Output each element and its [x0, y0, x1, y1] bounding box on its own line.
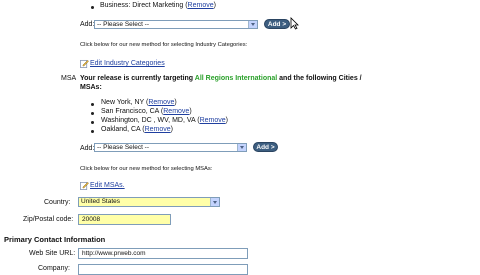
list-bullet	[91, 6, 94, 9]
country-select[interactable]: United States	[78, 197, 220, 207]
website-url-input[interactable]: http://www.prweb.com	[78, 248, 248, 259]
zip-input[interactable]: 20008	[78, 214, 171, 225]
msa-intro: Your release is currently targeting All …	[80, 75, 362, 82]
company-label: Company:	[38, 265, 70, 272]
msa-item: New York, NY (Remove)	[101, 99, 177, 106]
msa-intro-line2: MSAs:	[80, 84, 102, 91]
msa-label: MSA	[61, 75, 77, 82]
list-bullet	[91, 112, 94, 115]
remove-link[interactable]: Remove	[145, 126, 171, 133]
msa-add-button[interactable]: Add >	[253, 142, 278, 152]
msa-note: Click below for our new method for selec…	[80, 166, 213, 172]
msa-add-label: Add:	[80, 145, 95, 152]
chevron-down-icon	[237, 144, 246, 151]
edit-msas-link[interactable]: Edit MSAs.	[90, 182, 125, 189]
website-label: Web Site URL:	[29, 250, 76, 257]
cursor-icon	[290, 17, 299, 30]
industry-add-label: Add:	[80, 21, 95, 28]
industry-select[interactable]: -- Please Select --	[94, 20, 258, 29]
msa-item: Washington, DC , WV, MD, VA (Remove)	[101, 117, 228, 124]
remove-link[interactable]: Remove	[163, 108, 189, 115]
msa-select[interactable]: -- Please Select --	[94, 143, 247, 152]
targeting-highlight: All Regions International	[194, 75, 278, 82]
remove-link[interactable]: Remove	[188, 2, 214, 9]
edit-pencil-icon	[80, 181, 89, 190]
msa-item: San Francisco, CA (Remove)	[101, 108, 192, 115]
msa-item: Oakland, CA (Remove)	[101, 126, 174, 133]
chevron-down-icon	[248, 21, 257, 28]
primary-contact-heading: Primary Contact Information	[4, 235, 106, 244]
list-bullet	[91, 130, 94, 133]
zip-label: Zip/Postal code:	[23, 216, 74, 223]
industry-note: Click below for our new method for selec…	[80, 42, 248, 48]
remove-link[interactable]: Remove	[200, 117, 226, 124]
industry-add-button[interactable]: Add >	[264, 19, 290, 29]
edit-industry-categories-link[interactable]: Edit Industry Categories	[90, 60, 165, 67]
list-bullet	[91, 103, 94, 106]
industry-item: Business: Direct Marketing (Remove)	[100, 2, 216, 9]
list-bullet	[91, 121, 94, 124]
edit-pencil-icon	[80, 59, 89, 68]
chevron-down-icon	[210, 198, 219, 206]
country-label: Country:	[44, 199, 71, 206]
remove-link[interactable]: Remove	[148, 99, 174, 106]
